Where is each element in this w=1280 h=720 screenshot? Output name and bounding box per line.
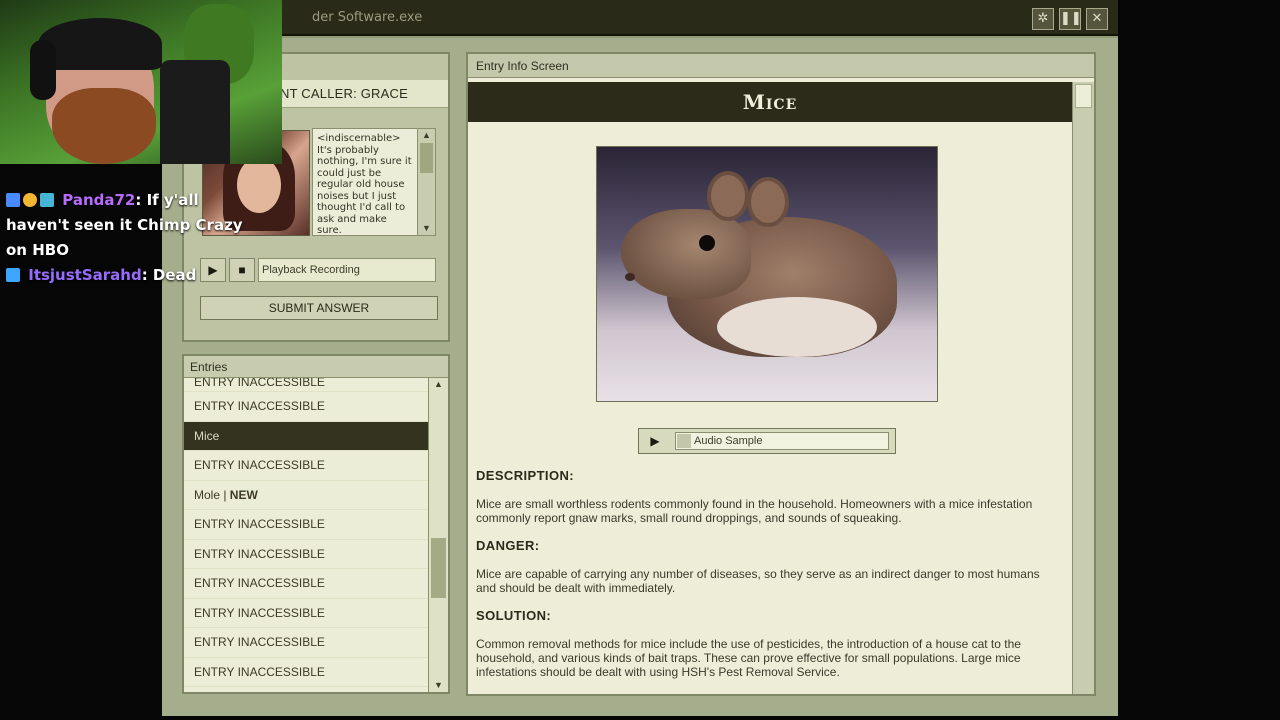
gaming-chair	[160, 60, 230, 164]
badge-icon	[6, 268, 20, 282]
solution-text: Common removal methods for mice include …	[476, 637, 1021, 679]
new-badge: NEW	[229, 487, 258, 502]
entry-item[interactable]: ENTRY INACCESSIBLE	[184, 451, 428, 481]
caller-name: NT CALLER: GRACE	[280, 86, 408, 101]
chat-text: : Dead	[141, 266, 197, 284]
transcript-scrollbar[interactable]: ▲ ▼	[417, 129, 435, 235]
chat-message: Panda72: If y'all haven't seen it Chimp …	[6, 188, 266, 263]
window-titlebar: der Software.exe ✲ ❚❚ ✕	[162, 0, 1118, 36]
entry-item[interactable]: ENTRY INACCESSIBLE	[184, 378, 428, 392]
entry-label: ENTRY INACCESSIBLE	[194, 458, 325, 472]
streamer-beard	[52, 88, 156, 164]
pause-icon[interactable]: ❚❚	[1059, 8, 1082, 30]
mouse-photo	[596, 146, 938, 402]
entry-info-header: Entry Info Screen	[468, 54, 1094, 78]
entry-label: ENTRY INACCESSIBLE	[194, 378, 325, 389]
playback-field: Playback Recording	[258, 258, 436, 282]
entry-item[interactable]: ENTRY INACCESSIBLE	[184, 569, 428, 599]
play-audio-icon[interactable]: ▶	[643, 431, 667, 451]
entry-label: ENTRY INACCESSIBLE	[194, 664, 325, 679]
entry-item[interactable]: ENTRY INACCESSIBLE	[184, 658, 428, 687]
mouse-ear	[707, 171, 749, 221]
window-title: der Software.exe	[312, 10, 423, 25]
solution-heading: SOLUTION:	[476, 608, 552, 623]
chat-username: ItsjustSarahd	[28, 266, 142, 284]
audio-sample-bar[interactable]: Audio Sample	[675, 432, 889, 450]
scroll-up-icon[interactable]: ▲	[429, 378, 448, 391]
entries-panel: Entries ENTRY INACCESSIBLE ENTRY INACCESS…	[182, 354, 450, 694]
info-scrollbar[interactable]	[1072, 82, 1094, 694]
workspace: NT CALLER: GRACE <indiscernable> It's pr…	[162, 38, 1118, 716]
audio-sample-label: Audio Sample	[694, 435, 763, 447]
submit-answer-button[interactable]: SUBMIT ANSWER	[200, 296, 438, 320]
badge-icon	[40, 193, 54, 207]
entry-label: ENTRY INACCESSIBLE	[194, 546, 325, 561]
audio-sample-player: ▶ Audio Sample	[638, 428, 896, 454]
info-scroll-thumb[interactable]	[1075, 84, 1092, 108]
danger-heading: DANGER:	[476, 538, 540, 553]
entries-scrollbar[interactable]: ▲ ▼	[428, 378, 448, 692]
entries-header: Entries	[184, 356, 448, 378]
entry-item[interactable]: ENTRY INACCESSIBLE	[184, 540, 428, 569]
danger-section: DANGER: Mice are capable of carrying any…	[476, 538, 1056, 595]
caller-transcript: <indiscernable> It's probably nothing, I…	[312, 128, 436, 236]
scroll-down-icon[interactable]: ▼	[429, 679, 448, 692]
entry-label: ENTRY INACCESSIBLE	[194, 605, 325, 620]
stream-frame: der Software.exe ✲ ❚❚ ✕ NT CALLER: GRACE…	[0, 0, 1280, 720]
mouse-belly	[717, 297, 877, 357]
entry-label: Mice	[194, 428, 220, 443]
mouse-eye	[699, 235, 715, 251]
transcript-scroll-thumb[interactable]	[420, 143, 433, 173]
chat-username: Panda72	[62, 191, 136, 209]
mouse-ear	[747, 177, 789, 227]
entry-label: ENTRY INACCESSIBLE	[194, 399, 325, 413]
close-icon[interactable]: ✕	[1086, 8, 1108, 30]
settings-icon[interactable]: ✲	[1032, 8, 1054, 30]
entries-scroll-thumb[interactable]	[431, 538, 446, 598]
entry-item[interactable]: ENTRY INACCESSIBLE	[184, 392, 428, 422]
entry-label: ENTRY INACCESSIBLE	[194, 517, 325, 531]
headset-icon	[30, 40, 56, 100]
entry-info-panel: Entry Info Screen Mice ▶ Audio Sample DE…	[466, 52, 1096, 696]
description-text: Mice are small worthless rodents commonl…	[476, 497, 1033, 525]
entry-item[interactable]: ENTRY INACCESSIBLE	[184, 599, 428, 628]
entry-title: Mice	[468, 82, 1072, 122]
entry-item[interactable]: ENTRY INACCESSIBLE	[184, 628, 428, 658]
streamer-cap	[38, 18, 162, 70]
entry-item[interactable]: Mole | NEW	[184, 481, 428, 510]
game-window: der Software.exe ✲ ❚❚ ✕ NT CALLER: GRACE…	[162, 0, 1118, 716]
description-section: DESCRIPTION: Mice are small worthless ro…	[476, 468, 1056, 525]
entry-item[interactable]: Mice	[184, 421, 428, 451]
mouse-head	[621, 209, 751, 299]
entry-list: ENTRY INACCESSIBLE ENTRY INACCESSIBLE Mice…	[184, 378, 428, 692]
badge-icon	[23, 193, 37, 207]
danger-text: Mice are capable of carrying any number …	[476, 567, 1040, 595]
entry-label: ENTRY INACCESSIBLE	[194, 635, 325, 649]
scroll-up-icon[interactable]: ▲	[418, 129, 435, 142]
chat-overlay: Panda72: If y'all haven't seen it Chimp …	[6, 188, 266, 288]
chat-message: ItsjustSarahd: Dead	[6, 263, 266, 288]
entry-label: Mole |	[194, 487, 230, 502]
audio-progress-chip	[677, 434, 691, 448]
mouse-nose	[625, 273, 635, 281]
badge-icon	[6, 193, 20, 207]
entry-item[interactable]: ENTRY INACCESSIBLE	[184, 510, 428, 540]
scroll-down-icon[interactable]: ▼	[418, 222, 435, 235]
entry-label: ENTRY INACCESSIBLE	[194, 576, 325, 590]
streamer-webcam	[0, 0, 282, 164]
solution-section: SOLUTION: Common removal methods for mic…	[476, 608, 1056, 679]
description-heading: DESCRIPTION:	[476, 468, 574, 483]
